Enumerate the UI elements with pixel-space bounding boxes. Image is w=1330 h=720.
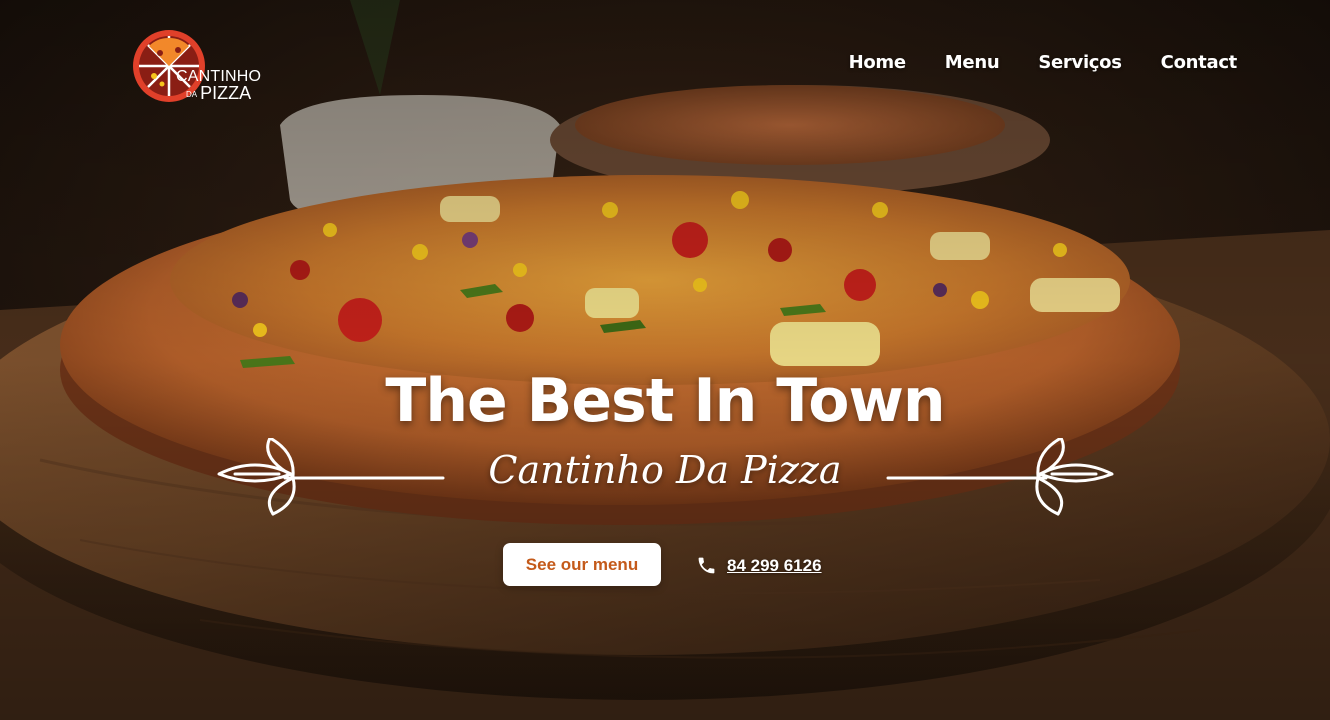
- hero-subtitle-row: Cantinho Da Pizza: [0, 438, 1330, 518]
- phone-number: 84 299 6126: [727, 555, 822, 575]
- nav-menu[interactable]: Menu: [945, 52, 1000, 73]
- hero-section: CANTINHO DA PIZZA Home Menu Serviços Con…: [0, 0, 1330, 720]
- nav-services[interactable]: Serviços: [1038, 52, 1122, 73]
- nav-home[interactable]: Home: [849, 52, 907, 73]
- see-our-menu-button[interactable]: See our menu: [503, 543, 661, 586]
- brand-name-line2: PIZZA: [200, 83, 252, 103]
- main-navigation: Home Menu Serviços Contact: [849, 52, 1238, 73]
- hero-headline: The Best In Town: [385, 366, 945, 436]
- nav-contact[interactable]: Contact: [1161, 52, 1238, 73]
- brand-name-da: DA: [186, 90, 198, 99]
- pizza-background-image: [0, 0, 1330, 720]
- brand-logo[interactable]: CANTINHO DA PIZZA: [132, 28, 261, 108]
- brand-wordmark: CANTINHO DA PIZZA: [176, 69, 261, 103]
- phone-icon: [698, 557, 715, 574]
- leaf-sprig-icon: [886, 438, 1114, 516]
- hero-subtitle: Cantinho Da Pizza: [488, 448, 842, 492]
- phone-link[interactable]: 84 299 6126: [696, 555, 822, 576]
